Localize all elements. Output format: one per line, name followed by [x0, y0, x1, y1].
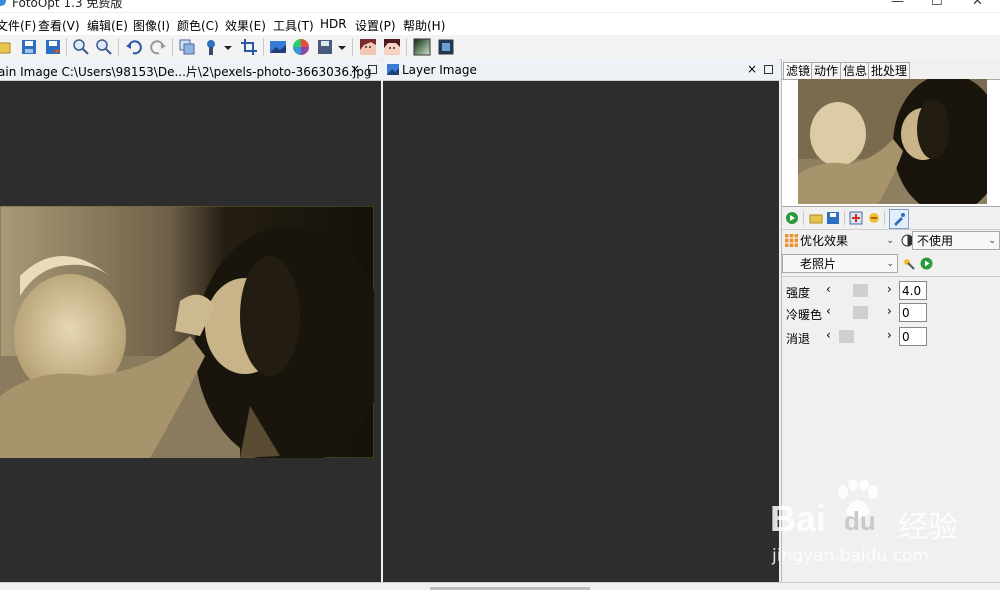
strength-slider[interactable]: ‹ ›	[826, 282, 896, 298]
main-image-pane: ain Image C:\Users\98153\De...片\2\pexels…	[0, 59, 381, 582]
menu-image[interactable]: 图像(I)	[133, 17, 170, 34]
save-preset-icon[interactable]	[826, 211, 840, 225]
menu-tools[interactable]: 工具(T)	[273, 17, 314, 34]
chevron-left-icon[interactable]: ‹	[826, 282, 831, 296]
param-row-warmth: 冷暖色 ‹ › 0	[782, 303, 1000, 325]
menu-effects[interactable]: 效果(E)	[225, 17, 266, 34]
close-icon[interactable]: ×	[350, 62, 360, 76]
baidu-watermark: Bai du 经验 jingyan.baidu.com	[770, 480, 995, 570]
layer-icon[interactable]	[178, 38, 196, 56]
add-filter-icon[interactable]	[849, 211, 863, 225]
filter-preview-thumbnail	[798, 79, 987, 204]
dropdown-arrow-icon[interactable]	[222, 38, 234, 56]
tab-filters[interactable]: 滤镜	[783, 62, 814, 79]
param-row-strength: 强度 ‹ › 4.0	[782, 281, 1000, 303]
menu-settings[interactable]: 设置(P)	[355, 17, 396, 34]
dropdown-arrow-icon[interactable]	[336, 38, 348, 56]
tab-actions[interactable]: 动作	[811, 62, 842, 79]
gradient-icon[interactable]	[413, 38, 431, 56]
category-row: 优化效果 ⌄ 不使用 ⌄	[782, 230, 1000, 252]
color-wheel-icon[interactable]	[292, 38, 310, 56]
chevron-right-icon[interactable]: ›	[887, 282, 892, 296]
face-icon[interactable]	[359, 38, 377, 56]
menu-file[interactable]: 文件(F)	[0, 17, 36, 34]
magic-wand-icon[interactable]	[902, 257, 915, 270]
watermark-cn: 经验	[898, 510, 958, 545]
category-select[interactable]: 优化效果 ⌄	[782, 231, 898, 250]
fade-slider[interactable]: ‹ ›	[826, 328, 896, 344]
warmth-input[interactable]: 0	[899, 303, 927, 322]
close-icon[interactable]: ×	[747, 62, 757, 76]
param-row-fade: 消退 ‹ › 0	[782, 327, 1000, 349]
chevron-right-icon[interactable]: ›	[887, 304, 892, 318]
window-title: FotoOpt 1.3 免费版	[12, 0, 123, 10]
sepia-photo	[0, 206, 374, 458]
watermark-brand-2: du	[844, 506, 876, 536]
play-icon[interactable]	[785, 211, 799, 225]
menu-bar: 文件(F) 查看(V) 编辑(E) 图像(I) 颜色(C) 效果(E) 工具(T…	[0, 13, 1000, 35]
layer-image-pane: Layer Image ×	[383, 59, 779, 582]
blend-mode-select[interactable]: 不使用 ⌄	[912, 231, 1000, 250]
undo-icon[interactable]	[125, 38, 143, 56]
eyedropper-icon	[894, 213, 905, 226]
brush-icon[interactable]	[202, 38, 220, 56]
maximize-pane-icon[interactable]	[764, 65, 773, 74]
chevron-left-icon[interactable]: ‹	[826, 304, 831, 318]
param-label: 冷暖色	[786, 308, 823, 322]
layer-image-title: Layer Image	[402, 63, 477, 77]
param-label: 消退	[786, 332, 811, 346]
save-as-icon[interactable]	[44, 38, 62, 56]
landscape-icon[interactable]	[269, 38, 287, 56]
save-disk-icon[interactable]	[316, 38, 334, 56]
strength-input[interactable]: 4.0	[899, 281, 927, 300]
open-preset-icon[interactable]	[809, 211, 823, 225]
maximize-button[interactable]: ☐	[931, 0, 943, 9]
menu-view[interactable]: 查看(V)	[38, 17, 80, 34]
layer-image-header: Layer Image ×	[383, 59, 779, 81]
menu-hdr[interactable]: HDR	[320, 17, 347, 31]
close-button[interactable]: ✕	[972, 0, 983, 9]
fade-input[interactable]: 0	[899, 327, 927, 346]
main-image-header: ain Image C:\Users\98153\De...片\2\pexels…	[0, 59, 381, 81]
image-icon[interactable]	[437, 38, 455, 56]
eyedropper-button[interactable]	[889, 209, 909, 229]
face-alt-icon[interactable]	[383, 38, 401, 56]
redo-icon[interactable]	[149, 38, 167, 56]
toolbar	[0, 35, 1000, 60]
filter-toolbar	[782, 208, 1000, 230]
maximize-pane-icon[interactable]	[368, 65, 377, 74]
effect-select[interactable]: 老照片 ⌄	[782, 254, 898, 273]
param-label: 强度	[786, 286, 811, 300]
slider-thumb[interactable]	[839, 330, 854, 343]
chevron-left-icon[interactable]: ‹	[826, 328, 831, 342]
effect-row: 老照片 ⌄	[782, 253, 1000, 275]
watermark-url: jingyan.baidu.com	[772, 546, 929, 566]
tab-info[interactable]: 信息	[840, 62, 871, 79]
menu-color[interactable]: 颜色(C)	[177, 17, 219, 34]
menu-help[interactable]: 帮助(H)	[403, 17, 445, 34]
app-icon	[0, 0, 6, 6]
minimize-button[interactable]: —	[891, 0, 904, 9]
apply-icon[interactable]	[920, 257, 933, 270]
random-filter-icon[interactable]	[867, 211, 881, 225]
zoom-in-icon[interactable]	[72, 38, 90, 56]
slider-thumb[interactable]	[853, 284, 868, 297]
open-icon[interactable]	[0, 38, 12, 56]
zoom-out-icon[interactable]	[95, 38, 113, 56]
menu-edit[interactable]: 编辑(E)	[87, 17, 128, 34]
main-image-title: ain Image C:\Users\98153\De...片\2\pexels…	[0, 65, 372, 79]
watermark-brand: Bai	[770, 498, 827, 539]
save-icon[interactable]	[20, 38, 38, 56]
title-bar: FotoOpt 1.3 免费版 — ☐ ✕	[0, 0, 1000, 12]
chevron-right-icon[interactable]: ›	[887, 328, 892, 342]
tab-batch[interactable]: 批处理	[868, 62, 911, 79]
warmth-slider[interactable]: ‹ ›	[826, 304, 896, 320]
layer-image-icon	[387, 64, 399, 75]
slider-thumb[interactable]	[853, 306, 868, 319]
crop-icon[interactable]	[240, 38, 258, 56]
